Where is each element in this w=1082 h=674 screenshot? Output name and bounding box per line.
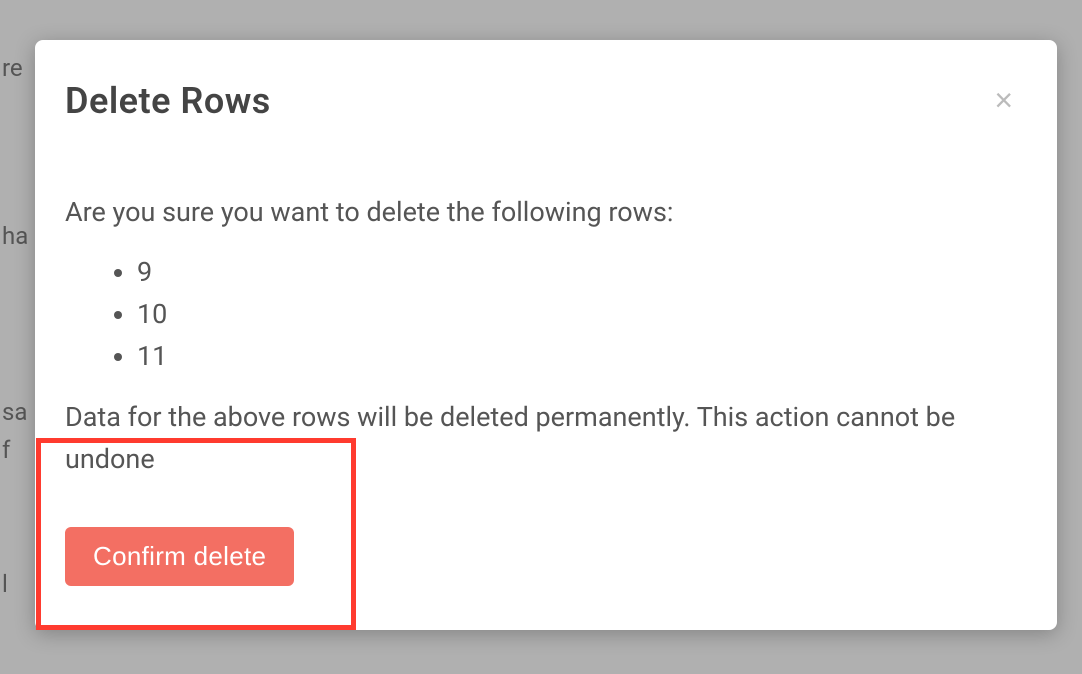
list-item: 10	[137, 294, 1017, 336]
delete-rows-modal: Delete Rows × Are you sure you want to d…	[35, 40, 1057, 630]
bg-text: l	[0, 570, 8, 598]
close-icon: ×	[994, 82, 1013, 118]
bg-text: f	[0, 436, 10, 464]
modal-body: Are you sure you want to delete the foll…	[65, 192, 1017, 586]
warning-text: Data for the above rows will be deleted …	[65, 397, 1017, 481]
modal-title: Delete Rows	[65, 80, 271, 122]
list-item: 11	[137, 336, 1017, 378]
close-button[interactable]: ×	[990, 80, 1017, 120]
list-item: 9	[137, 252, 1017, 294]
bg-text: re	[0, 54, 23, 82]
confirmation-prompt: Are you sure you want to delete the foll…	[65, 192, 1017, 234]
modal-header: Delete Rows ×	[65, 80, 1017, 122]
confirm-delete-button[interactable]: Confirm delete	[65, 527, 294, 586]
rows-list: 9 10 11	[65, 252, 1017, 378]
bg-text: sa	[0, 398, 27, 426]
bg-text: ha	[0, 222, 28, 250]
